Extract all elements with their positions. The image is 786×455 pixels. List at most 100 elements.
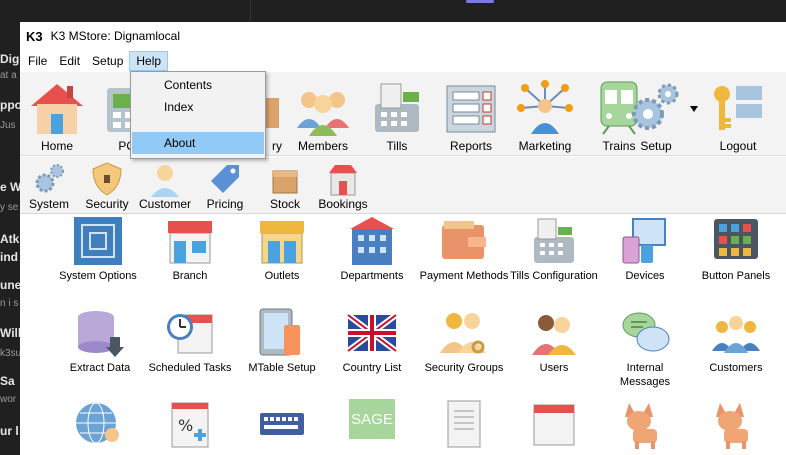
item-label: Extract Data xyxy=(69,362,131,374)
bg-text: ur l xyxy=(0,424,19,438)
item-label: Internal Messages xyxy=(619,362,671,388)
button-panels-item[interactable]: Button Panels xyxy=(690,215,782,283)
mtable-setup-item[interactable]: MTable Setup xyxy=(236,307,328,375)
toolbar-label: Tills xyxy=(386,139,408,153)
building-icon xyxy=(350,217,394,265)
toolbar-marketing-button[interactable]: Marketing xyxy=(508,72,582,156)
menu-bar: File Edit Setup Help xyxy=(20,50,786,72)
tab-customer[interactable]: Customer xyxy=(136,157,194,214)
network-icon xyxy=(517,80,573,134)
users-item[interactable]: Users xyxy=(508,307,600,375)
menu-item-contents[interactable]: Contents xyxy=(132,74,264,96)
security-groups-item[interactable]: Security Groups xyxy=(418,307,510,375)
menu-file[interactable]: File xyxy=(22,52,53,70)
bg-text: wor xyxy=(0,394,17,405)
outlets-item[interactable]: Outlets xyxy=(236,215,328,283)
branch-item[interactable]: Branch xyxy=(144,215,236,283)
item-label: Customers xyxy=(709,362,763,374)
shop-icon xyxy=(329,165,357,196)
chat-icon xyxy=(622,312,670,352)
devices-item[interactable]: Devices xyxy=(599,215,691,283)
grid-item[interactable] xyxy=(508,399,600,451)
customers-item[interactable]: Customers xyxy=(690,307,782,375)
chevron-down-icon xyxy=(690,106,698,112)
people-icon xyxy=(297,92,349,136)
tab-system[interactable]: System xyxy=(20,157,78,214)
toolbar-members-button[interactable]: Members xyxy=(286,72,360,156)
percent-calendar-icon: % xyxy=(171,402,209,448)
item-label: System Options xyxy=(59,270,137,282)
extract-data-item[interactable]: Extract Data xyxy=(54,307,146,375)
price-tag-icon xyxy=(211,165,239,193)
category-tabs: System Security Customer Pricing Stock B… xyxy=(20,157,786,214)
bg-text: n i s xyxy=(0,298,19,309)
menu-help[interactable]: Help xyxy=(129,51,169,71)
toolbar-home-button[interactable]: Home xyxy=(20,72,94,156)
scheduled-tasks-item[interactable]: Scheduled Tasks xyxy=(144,307,236,375)
bg-text: une xyxy=(0,278,20,292)
gears-icon xyxy=(35,164,64,193)
bg-text: Jus xyxy=(0,120,16,131)
system-options-icon xyxy=(74,217,122,265)
calendar-clock-icon xyxy=(167,314,213,354)
calendar-icon xyxy=(533,404,575,446)
grid-item[interactable]: % xyxy=(144,399,236,451)
bg-text: ppo xyxy=(0,98,20,112)
active-indicator xyxy=(466,0,494,3)
bg-text: Sa xyxy=(0,374,15,388)
grid-item[interactable] xyxy=(54,399,146,451)
bg-text: y se xyxy=(0,202,19,213)
globe-user-icon xyxy=(76,402,119,444)
title-bar[interactable]: K3 K3 MStore: Dignamlocal xyxy=(20,22,786,50)
toolbar-reports-button[interactable]: Reports xyxy=(434,72,508,156)
background-window-fragment: Dig at a ppo Jus e W y se Atk ind une n … xyxy=(0,22,20,455)
devices-icon xyxy=(622,218,666,264)
keys-icon xyxy=(714,86,762,130)
tills-configuration-item[interactable]: Tills Configuration xyxy=(508,215,600,283)
tab-bookings[interactable]: Bookings xyxy=(314,157,372,214)
shield-icon xyxy=(92,162,122,196)
database-export-icon xyxy=(78,311,124,357)
toolbar-setup-button[interactable]: Setup xyxy=(620,72,692,156)
item-label: Country List xyxy=(342,362,402,374)
tab-security[interactable]: Security xyxy=(78,157,136,214)
toolbar-label: Reports xyxy=(449,139,493,153)
bg-text: ind xyxy=(0,250,18,264)
grid-item[interactable] xyxy=(236,399,328,451)
uk-flag-icon xyxy=(346,312,398,354)
grid-item[interactable] xyxy=(599,399,691,451)
tab-pricing[interactable]: Pricing xyxy=(196,157,254,214)
tab-stock[interactable]: Stock xyxy=(256,157,314,214)
bg-text: Atk xyxy=(0,232,20,246)
menu-item-index[interactable]: Index xyxy=(132,96,264,118)
item-label: Departments xyxy=(340,270,404,282)
toolbar-label: Logout xyxy=(719,139,757,153)
sage-icon: SAGE xyxy=(349,399,395,439)
system-items-grid: System Options Branch Outlets Department… xyxy=(20,215,786,455)
grid-item[interactable] xyxy=(690,399,782,451)
country-list-item[interactable]: Country List xyxy=(326,307,418,375)
toolbar-tills-button[interactable]: Tills xyxy=(360,72,434,156)
menu-setup[interactable]: Setup xyxy=(86,52,129,70)
item-label: Branch xyxy=(172,270,208,282)
item-label: Users xyxy=(539,362,569,374)
system-options-item[interactable]: System Options xyxy=(52,215,144,283)
bg-text: Will xyxy=(0,326,20,340)
dog-icon xyxy=(716,403,748,449)
internal-messages-item[interactable]: Internal Messages xyxy=(599,307,691,389)
cash-register-icon xyxy=(534,218,574,263)
customers-icon xyxy=(712,316,760,353)
menu-edit[interactable]: Edit xyxy=(53,52,86,70)
dog-icon xyxy=(625,403,657,449)
sage-item[interactable]: SAGE xyxy=(326,399,418,439)
wallet-icon xyxy=(442,221,486,259)
app-logo: K3 xyxy=(26,28,43,44)
payment-methods-item[interactable]: Payment Methods xyxy=(418,215,510,283)
grid-item[interactable] xyxy=(418,399,510,451)
menu-item-about[interactable]: About xyxy=(132,132,264,154)
item-label: Payment Methods xyxy=(419,270,509,282)
window-title: K3 MStore: Dignamlocal xyxy=(50,29,181,43)
toolbar-logout-button[interactable]: Logout xyxy=(700,72,776,156)
item-label: Security Groups xyxy=(424,362,504,374)
departments-item[interactable]: Departments xyxy=(326,215,418,283)
